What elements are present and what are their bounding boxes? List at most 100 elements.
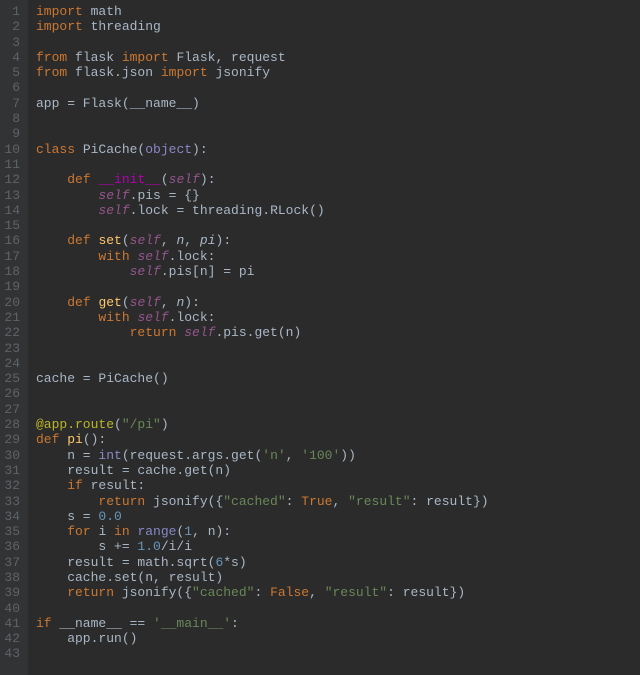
code-line[interactable]: cache.set(n, result) — [36, 570, 640, 585]
code-line[interactable]: return jsonify({"cached": True, "result"… — [36, 494, 640, 509]
line-number: 38 — [4, 570, 20, 585]
line-number: 27 — [4, 402, 20, 417]
code-line[interactable]: def set(self, n, pi): — [36, 233, 640, 248]
token: ): — [200, 172, 216, 187]
token: , — [184, 233, 200, 248]
code-line[interactable] — [36, 356, 640, 371]
token: self — [98, 203, 129, 218]
code-line[interactable]: class PiCache(object): — [36, 142, 640, 157]
token: import — [36, 4, 91, 19]
token: get — [98, 295, 121, 310]
code-line[interactable]: with self.lock: — [36, 249, 640, 264]
line-number: 2 — [4, 19, 20, 34]
token: '__main__' — [153, 616, 231, 631]
line-number: 26 — [4, 386, 20, 401]
token: cache.set(n, result) — [36, 570, 223, 585]
code-line[interactable] — [36, 80, 640, 95]
token: result = math.sqrt( — [36, 555, 215, 570]
code-line[interactable] — [36, 157, 640, 172]
code-line[interactable]: for i in range(1, n): — [36, 524, 640, 539]
code-line[interactable] — [36, 341, 640, 356]
code-line[interactable] — [36, 279, 640, 294]
token: flask.json — [75, 65, 161, 80]
code-line[interactable]: @app.route("/pi") — [36, 417, 640, 432]
token: : result}) — [387, 585, 465, 600]
token — [36, 172, 67, 187]
code-line[interactable] — [36, 111, 640, 126]
token: self — [169, 172, 200, 187]
line-number: 40 — [4, 601, 20, 616]
code-line[interactable]: app.run() — [36, 631, 640, 646]
token: : result}) — [411, 494, 489, 509]
token: self — [137, 310, 168, 325]
code-line[interactable]: cache = PiCache() — [36, 371, 640, 386]
line-number: 41 — [4, 616, 20, 631]
token: 1.0 — [137, 539, 160, 554]
line-number: 17 — [4, 249, 20, 264]
line-number: 12 — [4, 172, 20, 187]
token: , — [286, 448, 302, 463]
token: ( — [122, 233, 130, 248]
code-line[interactable] — [36, 601, 640, 616]
code-line[interactable]: return self.pis.get(n) — [36, 325, 640, 340]
token: app = Flask( — [36, 96, 130, 111]
code-line[interactable] — [36, 126, 640, 141]
code-line[interactable] — [36, 646, 640, 661]
line-number: 35 — [4, 524, 20, 539]
code-area[interactable]: import mathimport threading from flask i… — [28, 0, 640, 675]
code-line[interactable]: import math — [36, 4, 640, 19]
line-number: 11 — [4, 157, 20, 172]
code-line[interactable]: self.pis = {} — [36, 188, 640, 203]
code-line[interactable]: return jsonify({"cached": False, "result… — [36, 585, 640, 600]
token: __name__ == — [59, 616, 153, 631]
code-line[interactable]: n = int(request.args.get('n', '100')) — [36, 448, 640, 463]
code-line[interactable]: def get(self, n): — [36, 295, 640, 310]
token: def — [67, 295, 98, 310]
code-line[interactable]: result = cache.get(n) — [36, 463, 640, 478]
code-line[interactable]: s = 0.0 — [36, 509, 640, 524]
code-line[interactable] — [36, 386, 640, 401]
code-line[interactable]: result = math.sqrt(6*s) — [36, 555, 640, 570]
line-number: 25 — [4, 371, 20, 386]
code-line[interactable]: from flask import Flask, request — [36, 50, 640, 65]
token: "/pi" — [122, 417, 161, 432]
token: result: — [91, 478, 146, 493]
code-line[interactable] — [36, 35, 640, 50]
token — [36, 233, 67, 248]
code-line[interactable]: with self.lock: — [36, 310, 640, 325]
code-line[interactable]: if result: — [36, 478, 640, 493]
code-line[interactable]: self.lock = threading.RLock() — [36, 203, 640, 218]
token — [36, 188, 98, 203]
line-number: 9 — [4, 126, 20, 141]
line-number: 10 — [4, 142, 20, 157]
code-line[interactable]: def __init__(self): — [36, 172, 640, 187]
token: .pis.get(n) — [215, 325, 301, 340]
code-editor[interactable]: 1234567891011121314151617181920212223242… — [0, 0, 640, 675]
code-line[interactable] — [36, 218, 640, 233]
code-line[interactable]: self.pis[n] = pi — [36, 264, 640, 279]
token: from — [36, 65, 75, 80]
token: def — [36, 432, 67, 447]
code-line[interactable]: if __name__ == '__main__': — [36, 616, 640, 631]
code-line[interactable]: import threading — [36, 19, 640, 34]
code-line[interactable]: app = Flask(__name__) — [36, 96, 640, 111]
token: , — [333, 494, 349, 509]
token: return — [98, 494, 153, 509]
code-line[interactable]: def pi(): — [36, 432, 640, 447]
line-number: 33 — [4, 494, 20, 509]
token: *s) — [223, 555, 246, 570]
token: s = — [36, 509, 98, 524]
token: jsonify({ — [153, 494, 223, 509]
code-line[interactable] — [36, 402, 640, 417]
token: cache = PiCache() — [36, 371, 169, 386]
token: '100' — [301, 448, 340, 463]
token: /i/i — [161, 539, 192, 554]
token: (): — [83, 432, 106, 447]
token: self — [130, 233, 161, 248]
code-line[interactable]: s += 1.0/i/i — [36, 539, 640, 554]
line-number: 13 — [4, 188, 20, 203]
token: ( — [114, 417, 122, 432]
code-line[interactable]: from flask.json import jsonify — [36, 65, 640, 80]
line-number: 28 — [4, 417, 20, 432]
token: in — [114, 524, 137, 539]
